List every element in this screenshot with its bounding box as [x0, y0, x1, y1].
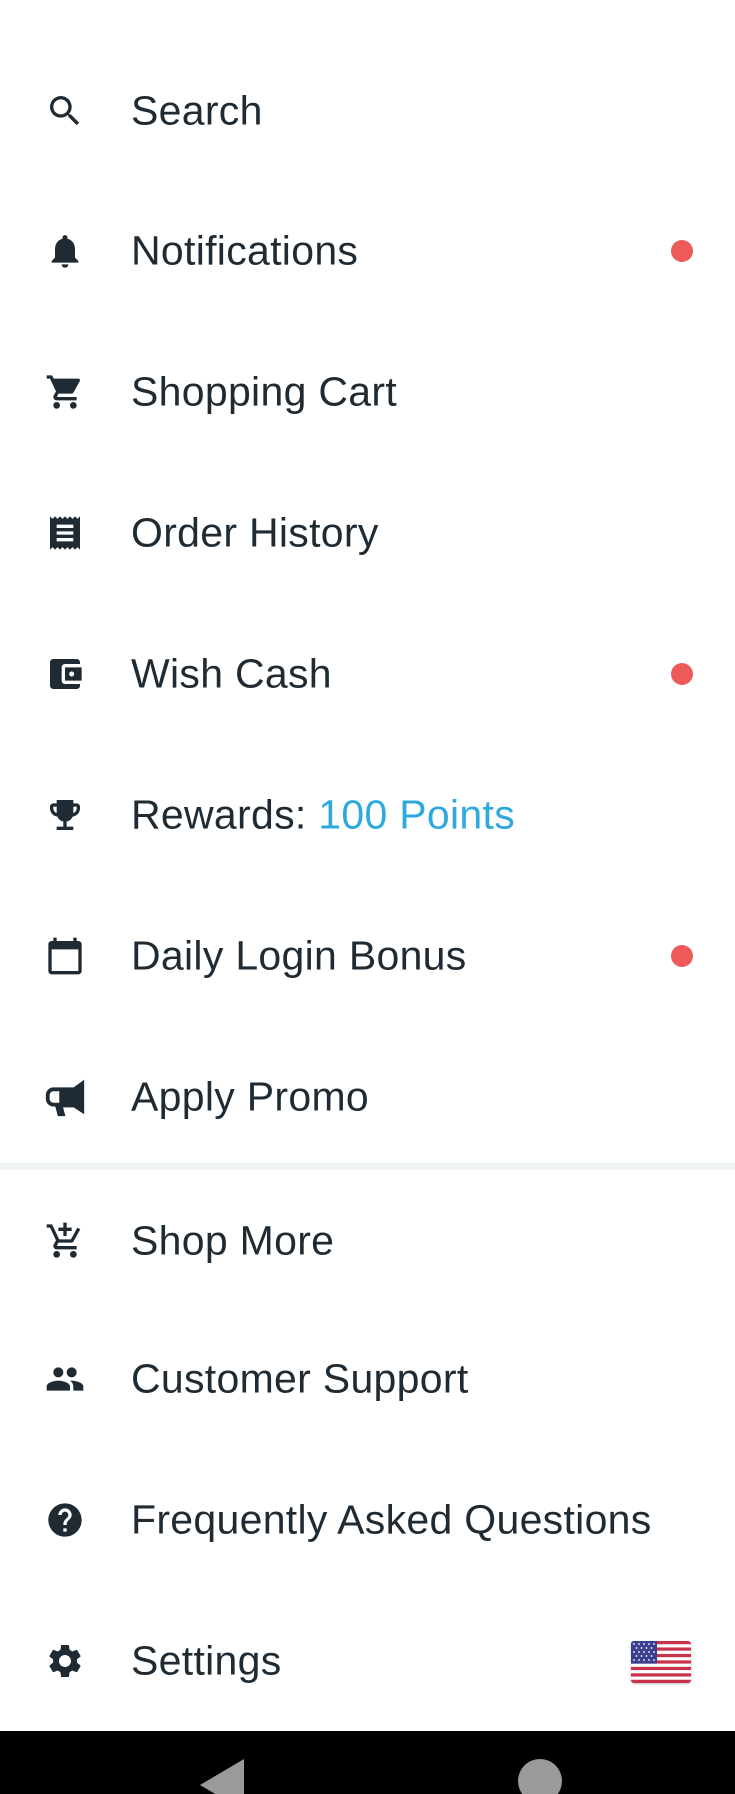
cart-icon [42, 369, 88, 415]
menu-item-shopping-cart[interactable]: Shopping Cart [0, 327, 735, 457]
menu-item-label: Search [131, 87, 263, 134]
search-icon [42, 88, 88, 134]
menu-item-label: Apply Promo [131, 1073, 370, 1120]
home-icon[interactable] [518, 1759, 562, 1794]
menu-item-label: Notifications [131, 227, 359, 274]
rewards-label: Rewards: [131, 791, 307, 838]
menu-item-rewards[interactable]: Rewards: 100 Points [0, 750, 735, 880]
menu-item-label: Settings [131, 1637, 282, 1684]
receipt-icon [42, 510, 88, 556]
menu-item-label: Customer Support [131, 1355, 469, 1402]
wallet-icon [42, 651, 88, 697]
menu-item-wish-cash[interactable]: Wish Cash [0, 609, 735, 739]
menu-item-label: Order History [131, 509, 379, 556]
trophy-icon [42, 792, 88, 838]
help-circle-icon [42, 1497, 88, 1543]
menu-item-order-history[interactable]: Order History [0, 468, 735, 598]
menu-item-label: Shopping Cart [131, 368, 398, 415]
system-nav-bar [0, 1731, 735, 1794]
menu-item-faq[interactable]: Frequently Asked Questions [0, 1455, 735, 1585]
menu-item-label: Rewards: 100 Points [131, 792, 515, 839]
rewards-points: 100 Points [318, 791, 516, 838]
menu-item-daily-login-bonus[interactable]: Daily Login Bonus [0, 891, 735, 1021]
menu-item-customer-support[interactable]: Customer Support [0, 1314, 735, 1444]
calendar-icon [42, 933, 88, 979]
notification-badge [671, 240, 693, 262]
menu-item-label: Daily Login Bonus [131, 932, 467, 979]
menu-item-notifications[interactable]: Notifications [0, 186, 735, 316]
menu-item-label: Wish Cash [131, 650, 332, 697]
menu-item-shop-more[interactable]: Shop More [0, 1176, 735, 1306]
add-to-cart-icon [42, 1218, 88, 1264]
back-icon[interactable] [200, 1759, 244, 1794]
notification-badge [671, 945, 693, 967]
bell-icon [42, 228, 88, 274]
people-icon [42, 1356, 88, 1402]
menu-item-label: Frequently Asked Questions [131, 1496, 652, 1543]
menu-item-label: Shop More [131, 1217, 335, 1264]
menu-item-apply-promo[interactable]: Apply Promo [0, 1032, 735, 1162]
menu-item-settings[interactable]: Settings [0, 1596, 735, 1726]
notification-badge [671, 663, 693, 685]
section-divider [0, 1163, 735, 1170]
megaphone-icon [42, 1074, 88, 1120]
us-flag-icon[interactable] [631, 1641, 691, 1683]
gear-icon [42, 1638, 88, 1684]
menu-item-search[interactable]: Search [0, 46, 735, 176]
